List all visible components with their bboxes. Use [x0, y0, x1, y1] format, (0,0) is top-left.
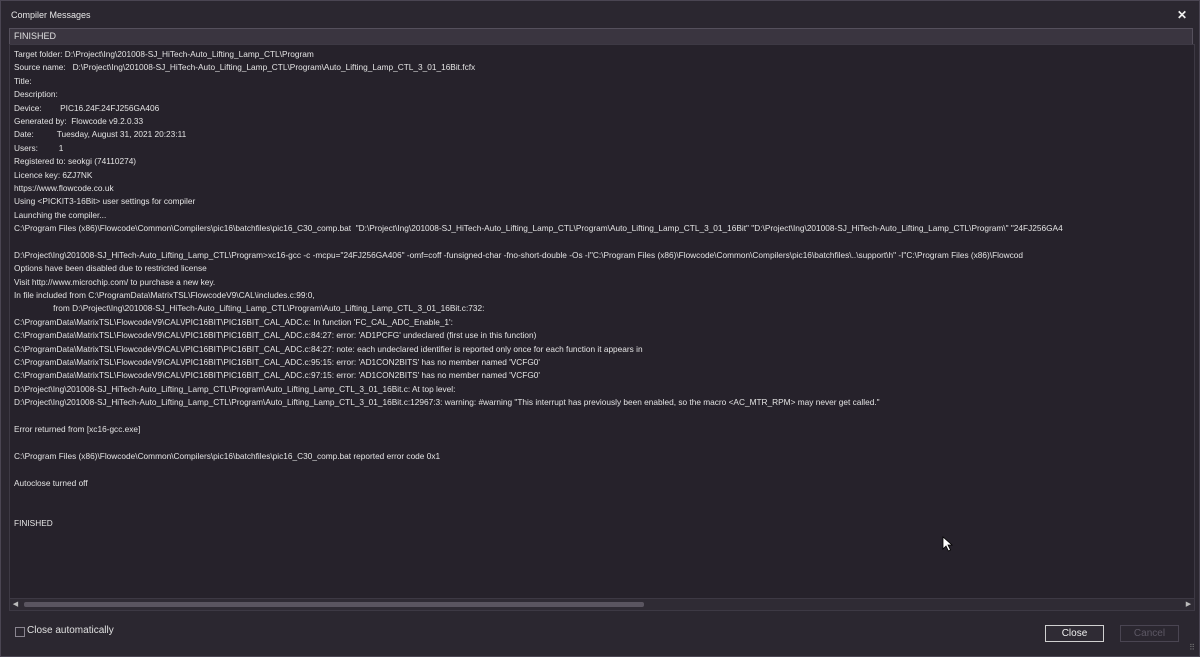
- output-lines: Target folder: D:\Project\Ing\201008-SJ_…: [14, 48, 1194, 530]
- compiler-messages-window: Compiler Messages ✕ FINISHED Target fold…: [0, 0, 1200, 657]
- scroll-right-icon[interactable]: ▶: [1183, 599, 1194, 610]
- status-bar: FINISHED: [9, 28, 1193, 45]
- resize-grip-icon[interactable]: ⠿: [1189, 643, 1195, 652]
- output-line: C:\ProgramData\MatrixTSL\FlowcodeV9\CAL\…: [14, 316, 453, 327]
- output-line: Device: PIC16.24F.24FJ256GA406: [14, 102, 160, 113]
- output-line: Target folder: D:\Project\Ing\201008-SJ_…: [14, 49, 314, 59]
- output-line: Source name: D:\Project\Ing\201008-SJ_Hi…: [14, 62, 476, 73]
- title-bar[interactable]: Compiler Messages ✕: [1, 1, 1199, 27]
- output-line: Registered to: seokgi (74110274): [14, 156, 137, 167]
- output-line: Users: 1: [14, 142, 64, 153]
- close-icon[interactable]: ✕: [1177, 8, 1187, 22]
- output-line: FINISHED: [14, 517, 53, 528]
- output-line: Date: Tuesday, August 31, 2021 20:23:11: [14, 129, 187, 140]
- close-automatically-checkbox[interactable]: [15, 627, 25, 637]
- output-line: Options have been disabled due to restri…: [14, 263, 207, 274]
- scrollbar-thumb[interactable]: [24, 602, 644, 607]
- output-line: https://www.flowcode.co.uk: [14, 182, 114, 193]
- cancel-button: Cancel: [1120, 625, 1179, 642]
- close-button[interactable]: Close: [1045, 625, 1104, 642]
- output-line: Generated by: Flowcode v9.2.0.33: [14, 115, 144, 126]
- output-line: Title:: [14, 75, 32, 86]
- output-line: Using <PICKIT3-16Bit> user settings for …: [14, 196, 196, 207]
- window-title: Compiler Messages: [11, 10, 91, 20]
- close-automatically-label: Close automatically: [27, 625, 114, 636]
- mouse-pointer-icon: [942, 536, 954, 552]
- output-line: Autoclose turned off: [14, 477, 88, 488]
- output-line: Visit http://www.microchip.com/ to purch…: [14, 276, 216, 287]
- output-line: Description:: [14, 89, 58, 100]
- output-line: C:\Program Files (x86)\Flowcode\Common\C…: [14, 450, 441, 461]
- output-line: Licence key: 6ZJ7NK: [14, 169, 93, 180]
- output-line: C:\ProgramData\MatrixTSL\FlowcodeV9\CAL\…: [14, 343, 643, 354]
- output-line: D:\Project\Ing\201008-SJ_HiTech-Auto_Lif…: [14, 397, 880, 408]
- output-line: C:\Program Files (x86)\Flowcode\Common\C…: [14, 223, 1063, 234]
- output-line: C:\ProgramData\MatrixTSL\FlowcodeV9\CAL\…: [14, 330, 537, 341]
- output-line: In file included from C:\ProgramData\Mat…: [14, 290, 315, 301]
- horizontal-scrollbar[interactable]: ◀ ▶: [9, 598, 1195, 611]
- output-line: Launching the compiler...: [14, 209, 107, 220]
- output-line: C:\ProgramData\MatrixTSL\FlowcodeV9\CAL\…: [14, 356, 541, 367]
- output-line: D:\Project\Ing\201008-SJ_HiTech-Auto_Lif…: [14, 383, 456, 394]
- status-text: FINISHED: [14, 31, 57, 41]
- output-line: C:\ProgramData\MatrixTSL\FlowcodeV9\CAL\…: [14, 370, 541, 381]
- output-line: Error returned from [xc16-gcc.exe]: [14, 423, 141, 434]
- output-line: D:\Project\Ing\201008-SJ_HiTech-Auto_Lif…: [14, 249, 1023, 260]
- output-line: from D:\Project\Ing\201008-SJ_HiTech-Aut…: [14, 303, 485, 314]
- scroll-left-icon[interactable]: ◀: [10, 599, 21, 610]
- compiler-output-pane[interactable]: Target folder: D:\Project\Ing\201008-SJ_…: [9, 44, 1195, 600]
